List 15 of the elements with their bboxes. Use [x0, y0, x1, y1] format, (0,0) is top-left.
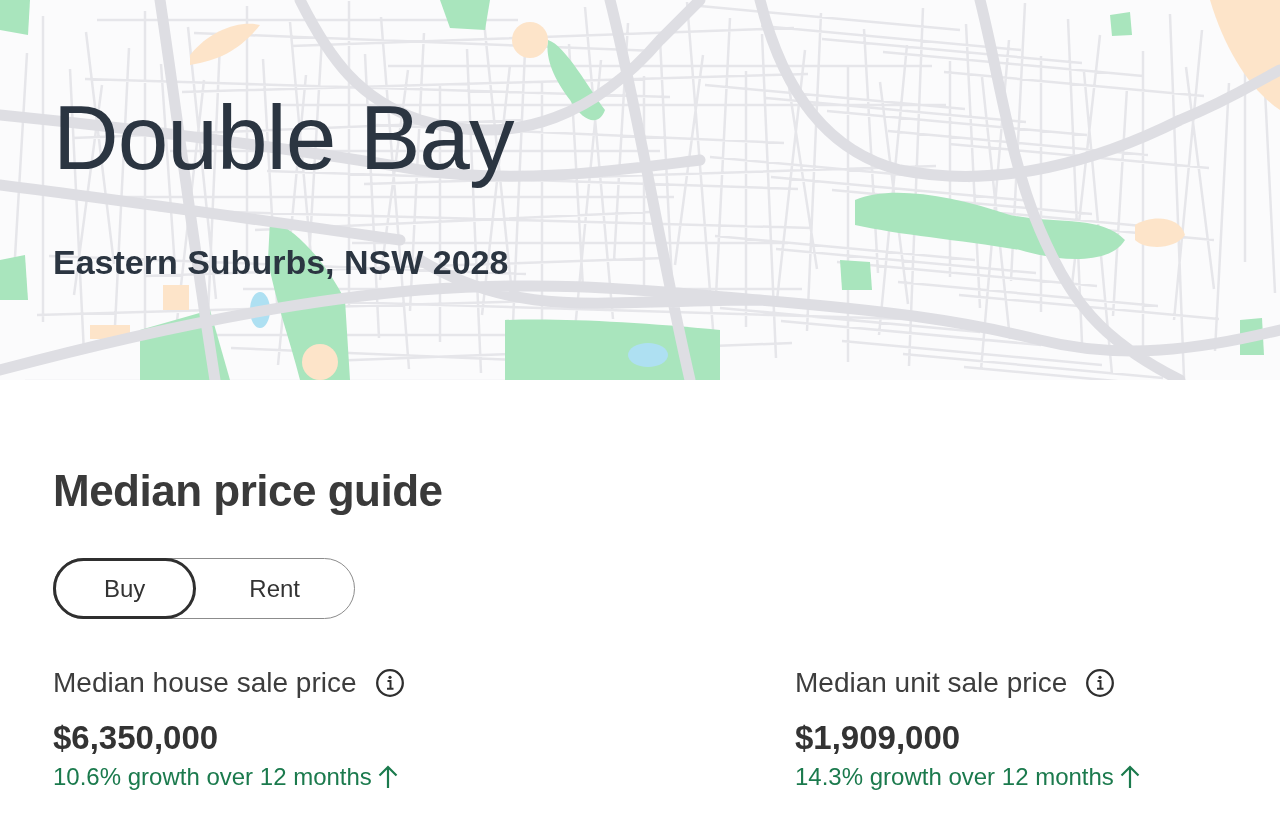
toggle-tab[interactable]: Rent: [195, 559, 354, 618]
info-icon[interactable]: [375, 669, 404, 697]
info-icon[interactable]: [1086, 669, 1115, 697]
growth-text: 10.6% growth over 12 months: [53, 762, 372, 792]
stat-label: Median house sale price: [53, 666, 357, 700]
price-value: $6,350,000: [53, 718, 219, 758]
growth-text: 14.3% growth over 12 months: [795, 762, 1114, 792]
stat-label: Median unit sale price: [795, 666, 1068, 700]
toggle-tab[interactable]: Buy: [53, 558, 197, 619]
price-value: $1,909,000: [795, 718, 961, 758]
suburb-title: Double Bay: [53, 86, 514, 190]
up-arrow-icon: [1119, 765, 1140, 789]
suburb-location: Eastern Suburbs, NSW 2028: [53, 242, 509, 282]
section-heading: Median price guide: [53, 465, 444, 517]
up-arrow-icon: [377, 765, 398, 789]
